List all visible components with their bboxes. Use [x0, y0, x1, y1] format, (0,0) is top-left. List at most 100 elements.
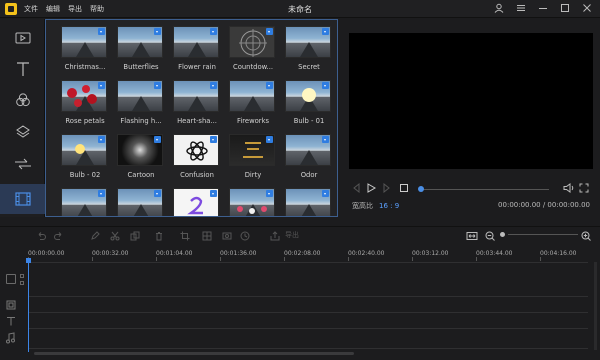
download-icon[interactable]: [98, 28, 105, 35]
effect-tile[interactable]: [171, 187, 223, 216]
copy-icon[interactable]: [130, 231, 140, 241]
duration-icon[interactable]: [240, 231, 250, 241]
download-icon[interactable]: [98, 190, 105, 197]
download-icon[interactable]: [266, 82, 273, 89]
download-icon[interactable]: [154, 190, 161, 197]
effect-tile[interactable]: Rose petals: [59, 79, 111, 133]
effect-thumbnail: [61, 188, 107, 216]
fullscreen-icon[interactable]: [579, 183, 589, 193]
timeline-ruler[interactable]: 00:00:00.00 00:00:32.00 00:01:04.00 00:0…: [0, 244, 600, 262]
aspect-ratio-value[interactable]: 16 : 9: [379, 202, 399, 210]
effect-thumbnail: [61, 26, 107, 58]
download-icon[interactable]: [210, 190, 217, 197]
freeze-icon[interactable]: [222, 231, 232, 241]
effect-tile[interactable]: Countdow...: [227, 25, 279, 79]
download-icon[interactable]: [322, 28, 329, 35]
effect-tile[interactable]: [227, 187, 279, 216]
playback-progress-track[interactable]: [421, 189, 549, 190]
download-icon[interactable]: [266, 28, 273, 35]
next-frame-icon[interactable]: [382, 183, 392, 193]
download-icon[interactable]: [210, 136, 217, 143]
effect-tile[interactable]: [59, 187, 111, 216]
filters-tab-icon: [15, 93, 30, 107]
effect-thumbnail: [285, 26, 331, 58]
undo-icon[interactable]: [36, 231, 46, 241]
sidebar-item-overlays[interactable]: [0, 117, 45, 147]
user-icon[interactable]: [494, 3, 504, 13]
effect-tile[interactable]: Odor: [283, 133, 335, 187]
timeline-vertical-scrollbar[interactable]: [594, 262, 597, 350]
download-icon[interactable]: [154, 82, 161, 89]
zoom-in-icon[interactable]: [581, 231, 591, 241]
close-icon[interactable]: [582, 3, 592, 13]
minimize-icon[interactable]: [538, 3, 548, 13]
playhead[interactable]: [28, 259, 29, 352]
redo-icon[interactable]: [54, 231, 64, 241]
download-icon[interactable]: [98, 136, 105, 143]
download-icon[interactable]: [210, 28, 217, 35]
zoom-slider-track[interactable]: [508, 234, 578, 235]
download-icon[interactable]: [210, 82, 217, 89]
effect-tile[interactable]: Dirty: [227, 133, 279, 187]
lock-track-icon[interactable]: [20, 274, 24, 278]
sidebar-item-filters[interactable]: [0, 85, 45, 115]
export-icon[interactable]: [270, 231, 280, 241]
export-label[interactable]: 导出: [285, 230, 299, 240]
effect-thumbnail: [61, 134, 107, 166]
delete-icon[interactable]: [154, 231, 164, 241]
effect-tile[interactable]: Secret: [283, 25, 335, 79]
elements-tab-icon: [14, 192, 31, 206]
effect-tile[interactable]: Fireworks: [227, 79, 279, 133]
sidebar-item-elements[interactable]: [0, 184, 45, 214]
effect-tile[interactable]: Butterflies: [115, 25, 167, 79]
effect-tile[interactable]: Bulb - 01: [283, 79, 335, 133]
zoom-slider-handle[interactable]: [500, 232, 505, 237]
effect-thumbnail: [61, 80, 107, 112]
effect-tile[interactable]: Flower rain: [171, 25, 223, 79]
effect-label: Christmas...: [64, 63, 106, 71]
effect-label: Flower rain: [178, 63, 216, 71]
effect-thumbnail: [285, 188, 331, 216]
effect-thumbnail: [173, 80, 219, 112]
download-icon[interactable]: [154, 136, 161, 143]
sidebar-item-media[interactable]: [0, 23, 45, 53]
download-icon[interactable]: [322, 190, 329, 197]
stop-icon[interactable]: [399, 183, 409, 193]
maximize-icon[interactable]: [560, 3, 570, 13]
aspect-ratio-selector[interactable]: 宽高比 16 : 9: [352, 201, 399, 211]
playback-progress-handle[interactable]: [418, 186, 424, 192]
play-icon[interactable]: [366, 183, 376, 193]
menu-icon[interactable]: [516, 3, 526, 13]
download-icon[interactable]: [322, 136, 329, 143]
timeline-tracks[interactable]: [0, 262, 600, 350]
effect-tile[interactable]: Cartoon: [115, 133, 167, 187]
download-icon[interactable]: [98, 82, 105, 89]
effect-tile[interactable]: Confusion: [171, 133, 223, 187]
sidebar-item-text[interactable]: [0, 54, 45, 84]
download-icon[interactable]: [266, 136, 273, 143]
effect-tile[interactable]: Bulb - 02: [59, 133, 111, 187]
zoom-out-icon[interactable]: [485, 231, 495, 241]
crop-icon[interactable]: [180, 231, 190, 241]
effect-tile[interactable]: [115, 187, 167, 216]
volume-icon[interactable]: [563, 183, 575, 193]
edit-pencil-icon[interactable]: [90, 231, 100, 241]
prev-frame-icon[interactable]: [351, 183, 361, 193]
effect-tile[interactable]: Flashing h...: [115, 79, 167, 133]
download-icon[interactable]: [322, 82, 329, 89]
ruler-tick-label: 00:00:00.00: [28, 250, 65, 257]
effect-tile[interactable]: Christmas...: [59, 25, 111, 79]
effect-tile[interactable]: [283, 187, 335, 216]
mosaic-icon[interactable]: [202, 231, 212, 241]
download-icon[interactable]: [266, 190, 273, 197]
sidebar: [0, 19, 45, 217]
aspect-ratio-label: 宽高比: [352, 202, 373, 210]
timeline-horizontal-scrollbar[interactable]: [34, 352, 354, 355]
download-icon[interactable]: [154, 28, 161, 35]
effect-tile[interactable]: Heart-sha...: [171, 79, 223, 133]
effect-label: Fireworks: [236, 117, 270, 125]
fit-timeline-icon[interactable]: [466, 231, 478, 241]
cut-icon[interactable]: [110, 231, 120, 241]
sidebar-item-transitions[interactable]: [0, 149, 45, 179]
mute-track-icon[interactable]: [20, 281, 24, 285]
